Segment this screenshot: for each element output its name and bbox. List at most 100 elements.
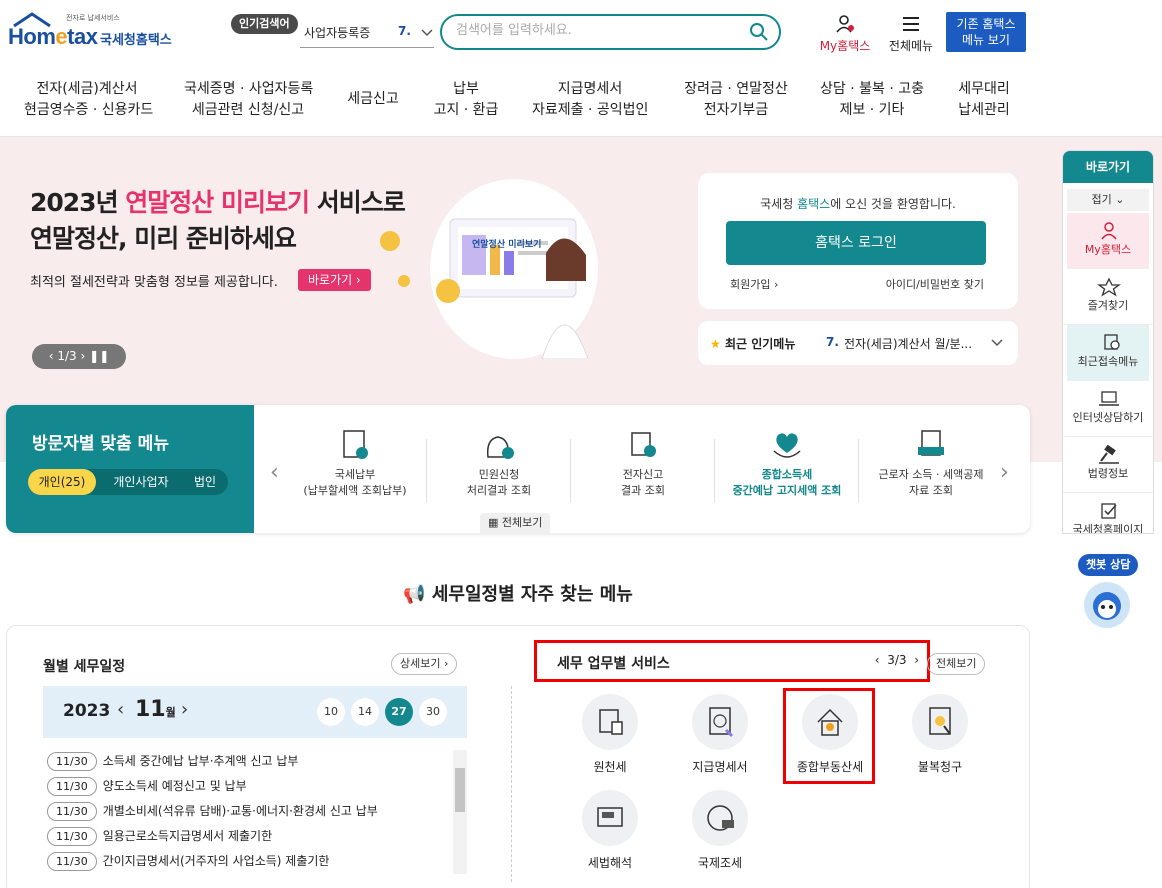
gnb-label: 납부: [453, 81, 479, 97]
gnb-item-tax-return[interactable]: 세금신고: [344, 89, 402, 110]
visitor-item-civil-petition[interactable]: 민원신청 처리결과 조회: [428, 427, 570, 499]
schedule-text: 개별소비세(석유류 담배)·교통·에너지·환경세 신고 납부: [102, 804, 378, 818]
visitor-item-employee-deduction[interactable]: 근로자 소득 · 세액공제 자료 조회: [860, 427, 1002, 499]
hero-title-highlight: 연말정산 미리보기: [125, 188, 310, 217]
search-icon[interactable]: [749, 22, 769, 42]
visitor-item-e-filing[interactable]: 전자신고 결과 조회: [572, 427, 714, 499]
gnb-item-consult[interactable]: 상담 · 불복 · 고충 제보 · 기타: [816, 79, 928, 121]
quick-item-favorites[interactable]: 즐겨찾기: [1063, 269, 1153, 325]
logo-text: Hometax: [8, 24, 98, 49]
star-outline-icon: [1097, 277, 1121, 297]
year-end-illustration: 연말정산 미리보기: [430, 179, 598, 360]
quick-item-recent[interactable]: 최근접속메뉴: [1067, 325, 1149, 381]
illustration-label: 연말정산 미리보기: [472, 240, 542, 250]
schedule-row[interactable]: 11/30 간이지급명세서(거주자의 사업소득) 제출기한: [47, 852, 463, 877]
main-navigation: 전자(세금)계산서 현금영수증 · 신용카드 국세증명 · 사업자등록 세금관련 신…: [0, 65, 1162, 137]
hometax-logo[interactable]: 전자로 납세서비스 Hometax 국세청홈택스: [8, 12, 180, 52]
service-international-tax[interactable]: 국제조세: [675, 790, 765, 871]
hamburger-icon: [903, 17, 919, 31]
service-withholding-tax[interactable]: 원천세: [565, 694, 655, 775]
visitor-view-all-button[interactable]: ▦ 전체보기: [480, 513, 551, 533]
quick-fold-label: 접기: [1091, 193, 1112, 206]
day-button-active[interactable]: 27: [385, 698, 413, 726]
gnb-label: 자료제출 · 공익법인: [532, 102, 649, 118]
chevron-down-icon: [421, 29, 433, 37]
visitor-item-line2: (납부할세액 조회납부): [303, 484, 407, 497]
visitor-item-line1: 전자신고: [622, 468, 664, 481]
schedule-text: 일용근로소득지급명세서 제출기한: [102, 829, 273, 843]
receipt-icon: [918, 430, 944, 456]
next-icon[interactable]: ›: [914, 653, 919, 667]
popular-menu-label: ★ 최근 인기메뉴: [710, 335, 795, 352]
schedule-detail-button[interactable]: 상세보기 ›: [391, 653, 458, 675]
month-next-icon[interactable]: ›: [181, 699, 188, 720]
document-check-icon: [1101, 503, 1117, 519]
my-hometax-link[interactable]: My홈택스: [814, 14, 876, 54]
quick-item-internet-consult[interactable]: 인터넷상담하기: [1063, 381, 1153, 437]
visitor-menu-title: 방문자별 맞춤 메뉴: [32, 434, 169, 454]
prev-icon[interactable]: ‹: [875, 653, 880, 667]
schedule-scrollbar[interactable]: [453, 750, 467, 874]
tab-sole-proprietor[interactable]: 개인사업자: [100, 469, 182, 495]
gnb-item-einvoice[interactable]: 전자(세금)계산서 현금영수증 · 신용카드: [24, 79, 153, 121]
join-link[interactable]: 회원가입 ›: [730, 276, 778, 292]
search-input[interactable]: [456, 23, 736, 38]
recent-popular-menu[interactable]: ★ 최근 인기메뉴 7. 전자(세금)계산서 월/분...: [698, 321, 1018, 365]
chatbot-button[interactable]: 챗봇 상담: [1078, 554, 1139, 576]
gnb-item-agent[interactable]: 세무대리 납세관리: [952, 79, 1016, 121]
login-button[interactable]: 홈택스 로그인: [726, 221, 986, 265]
quick-item-nts-homepage[interactable]: 국세청홈페이지: [1063, 493, 1153, 533]
calendar-year: 2023: [63, 701, 111, 721]
old-menu-button[interactable]: 기존 홈택스 메뉴 보기: [946, 12, 1026, 52]
tax-document-icon: [343, 430, 368, 459]
find-id-password-link[interactable]: 아이디/비밀번호 찾기: [886, 276, 984, 292]
service-tax-law-interpretation[interactable]: 세법해석: [565, 790, 655, 871]
day-button[interactable]: 30: [419, 698, 447, 726]
popular-menu-rank: 7.: [826, 335, 839, 349]
schedule-row[interactable]: 11/30 양도소득세 예정신고 및 납부: [47, 777, 463, 802]
schedule-row[interactable]: 11/30 개별소비세(석유류 담배)·교통·에너지·환경세 신고 납부: [47, 802, 463, 827]
visitor-item-tax-payment[interactable]: 국세납부 (납부할세액 조회납부): [284, 427, 426, 499]
my-hometax-label: My홈택스: [819, 39, 871, 53]
day-button[interactable]: 14: [351, 698, 379, 726]
all-menu-button[interactable]: 전체메뉴: [882, 14, 940, 54]
prev-icon[interactable]: ‹: [49, 349, 54, 363]
schedule-row[interactable]: 11/30 일용근로소득지급명세서 제출기한: [47, 827, 463, 852]
popular-search-select[interactable]: 사업자등록증 7.: [300, 22, 434, 48]
banner-pager[interactable]: ‹ 1/3 › ❚❚: [32, 344, 126, 369]
scrollbar-thumb[interactable]: [455, 768, 465, 812]
visitor-item-line1: 근로자 소득 · 세액공제: [878, 468, 984, 481]
quick-item-my-hometax[interactable]: My홈택스: [1067, 213, 1149, 269]
hero-go-label: 바로가기: [308, 273, 353, 287]
quick-fold-button[interactable]: 접기 ⌄: [1067, 189, 1149, 211]
hero-title-line2: 연말정산, 미리 준비하세요: [30, 224, 297, 253]
pause-icon[interactable]: ❚❚: [89, 349, 109, 363]
gnb-item-certificate[interactable]: 국세증명 · 사업자등록 세금관련 신청/신고: [184, 79, 313, 121]
chatbot-mascot-icon[interactable]: [1084, 582, 1130, 628]
schedule-text: 양도소득세 예정신고 및 납부: [102, 779, 247, 793]
day-button[interactable]: 10: [317, 698, 345, 726]
tab-corporation[interactable]: 법인: [184, 469, 226, 495]
gnb-label: 장려금 · 연말정산: [684, 81, 788, 97]
next-icon[interactable]: ›: [81, 349, 86, 363]
header: 전자로 납세서비스 Hometax 국세청홈택스 인기검색어 사업자등록증 7.…: [0, 0, 1162, 65]
tab-personal[interactable]: 개인(25): [28, 469, 96, 495]
business-view-all-button[interactable]: 전체보기: [927, 653, 986, 675]
logo-subtitle: 국세청홈택스: [100, 33, 172, 48]
schedule-row[interactable]: 11/30 소득세 중간예납 납부·추계액 신고 납부: [47, 752, 463, 777]
gnb-item-payment[interactable]: 납부 고지 · 환급: [430, 79, 502, 121]
megaphone-icon: 📢: [403, 584, 426, 605]
gnb-item-statement[interactable]: 지급명세서 자료제출 · 공익법인: [532, 79, 648, 121]
schedule-date: 11/30: [47, 777, 97, 796]
tax-law-icon: [597, 807, 623, 827]
schedule-date: 11/30: [47, 827, 97, 846]
service-payment-statement[interactable]: 지급명세서: [675, 694, 765, 775]
quick-item-label: 최근접속메뉴: [1077, 355, 1139, 368]
service-appeal[interactable]: 불복청구: [895, 694, 985, 775]
gnb-item-year-end[interactable]: 장려금 · 연말정산 전자기부금: [680, 79, 792, 121]
quick-item-law-info[interactable]: 법령정보: [1063, 437, 1153, 493]
month-prev-icon[interactable]: ‹: [117, 699, 124, 720]
chevron-left-icon[interactable]: ‹: [270, 460, 279, 485]
visitor-item-income-tax-prepay[interactable]: 종합소득세 중간예납 고지세액 조회: [716, 427, 858, 499]
hero-go-button[interactable]: 바로가기 ›: [298, 269, 371, 291]
